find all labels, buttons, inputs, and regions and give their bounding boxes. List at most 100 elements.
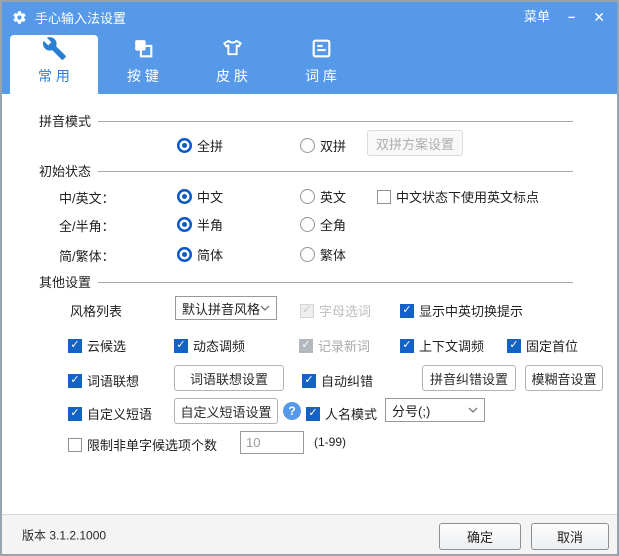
limit-count-input[interactable] (240, 431, 304, 454)
radio-label: 全角 (320, 215, 346, 234)
help-icon[interactable]: ? (283, 402, 301, 420)
dictionary-icon (309, 36, 334, 61)
full-half-row-label: 全/半角： (59, 216, 115, 235)
radio-chinese[interactable]: 中文 (177, 187, 223, 206)
tab-label: 按 键 (127, 66, 159, 86)
radio-checked-icon (177, 247, 192, 262)
radio-simplified[interactable]: 简体 (177, 245, 223, 264)
checkbox-checked-icon (68, 374, 82, 388)
radio-half-width[interactable]: 半角 (177, 215, 223, 234)
radio-checked-icon (177, 189, 192, 204)
tshirt-icon (220, 36, 245, 61)
checkbox-label: 限制非单字候选项个数 (87, 435, 217, 454)
radio-label: 繁体 (320, 245, 346, 264)
radio-unchecked-icon (300, 247, 315, 262)
minimize-button[interactable]: – (568, 2, 575, 32)
tab-strip: 常 用 按 键 皮 肤 词 库 (2, 32, 617, 94)
checkbox-dynamic-freq[interactable]: 动态调频 (174, 336, 245, 355)
checkbox-english-punct[interactable]: 中文状态下使用英文标点 (377, 187, 539, 206)
shuangpin-scheme-settings-button[interactable]: 双拼方案设置 (367, 130, 463, 156)
checkbox-disabled-checked-icon (300, 304, 314, 318)
tab-common[interactable]: 常 用 (10, 35, 98, 94)
checkbox-fixed-first[interactable]: 固定首位 (507, 336, 578, 355)
checkbox-label: 固定首位 (526, 336, 578, 355)
checkbox-label: 显示中英切换提示 (419, 301, 523, 320)
radio-label: 英文 (320, 187, 346, 206)
section-other-settings: 其他设置 (39, 272, 573, 291)
checkbox-label: 云候选 (87, 336, 126, 355)
checkbox-custom-phrase[interactable]: 自定义短语 (68, 404, 152, 423)
checkbox-letter-word: 字母选词 (300, 301, 371, 320)
checkbox-label: 自定义短语 (87, 404, 152, 423)
tab-dictionary[interactable]: 词 库 (277, 35, 365, 94)
radio-unchecked-icon (300, 217, 315, 232)
radio-english[interactable]: 英文 (300, 187, 346, 206)
radio-label: 半角 (197, 215, 223, 234)
style-list-label: 风格列表 (70, 301, 122, 320)
checkbox-limit-candidates[interactable]: 限制非单字候选项个数 (68, 435, 217, 454)
tab-skin[interactable]: 皮 肤 (188, 35, 276, 94)
settings-window: 手心输入法设置 菜单 – ✕ 常 用 按 键 皮 肤 (0, 0, 619, 556)
checkbox-label: 词语联想 (87, 371, 139, 390)
checkbox-checked-icon (68, 407, 82, 421)
fuzzy-sound-settings-button[interactable]: 模糊音设置 (525, 365, 603, 391)
checkbox-name-mode[interactable]: 人名模式 (306, 404, 377, 423)
checkbox-unchecked-icon (377, 190, 391, 204)
section-divider (98, 282, 573, 283)
checkbox-word-association[interactable]: 词语联想 (68, 371, 139, 390)
checkbox-checked-icon (68, 339, 82, 353)
pinyin-correct-settings-button[interactable]: 拼音纠错设置 (422, 365, 516, 391)
radio-label: 中文 (197, 187, 223, 206)
radio-full-pinyin[interactable]: 全拼 (177, 136, 223, 155)
keycaps-icon (131, 36, 156, 61)
close-button[interactable]: ✕ (593, 2, 605, 32)
checkbox-switch-tip[interactable]: 显示中英切换提示 (400, 301, 523, 320)
checkbox-label: 中文状态下使用英文标点 (396, 187, 539, 206)
cancel-button[interactable]: 取消 (531, 523, 609, 550)
checkbox-label: 上下文调频 (419, 336, 484, 355)
name-mode-select-value: 分号(;) (392, 401, 430, 420)
radio-double-pinyin[interactable]: 双拼 (300, 136, 346, 155)
style-select[interactable]: 默认拼音风格 (175, 296, 277, 320)
radio-label: 简体 (197, 245, 223, 264)
word-association-settings-button[interactable]: 词语联想设置 (174, 365, 284, 391)
checkbox-checked-icon (302, 374, 316, 388)
section-title: 拼音模式 (39, 111, 91, 130)
title-bar: 手心输入法设置 菜单 – ✕ (2, 2, 617, 32)
tab-label: 词 库 (305, 66, 337, 86)
tab-keys[interactable]: 按 键 (99, 35, 187, 94)
radio-traditional[interactable]: 繁体 (300, 245, 346, 264)
checkbox-auto-correct[interactable]: 自动纠错 (302, 371, 373, 390)
checkbox-record-new-words: 记录新词 (299, 336, 370, 355)
custom-phrase-settings-button[interactable]: 自定义短语设置 (174, 398, 278, 424)
section-title: 初始状态 (39, 161, 91, 180)
radio-label: 双拼 (320, 136, 346, 155)
gear-icon (12, 10, 27, 25)
ok-button[interactable]: 确定 (439, 523, 521, 550)
style-select-value: 默认拼音风格 (182, 299, 260, 318)
chevron-down-icon (468, 407, 478, 413)
checkbox-label: 动态调频 (193, 336, 245, 355)
checkbox-cloud-candidate[interactable]: 云候选 (68, 336, 126, 355)
name-mode-select[interactable]: 分号(;) (385, 398, 485, 422)
section-pinyin-mode: 拼音模式 (39, 111, 573, 130)
checkbox-checked-icon (507, 339, 521, 353)
radio-checked-icon (177, 217, 192, 232)
simp-trad-row-label: 简/繁体： (59, 246, 115, 265)
chevron-down-icon (260, 305, 270, 311)
radio-full-width[interactable]: 全角 (300, 215, 346, 234)
radio-unchecked-icon (300, 138, 315, 153)
tab-label: 皮 肤 (216, 66, 248, 86)
section-divider (98, 121, 573, 122)
wrench-icon (42, 36, 67, 61)
radio-unchecked-icon (300, 189, 315, 204)
checkbox-disabled-checked-icon (299, 339, 313, 353)
menu-button[interactable]: 菜单 (524, 2, 550, 32)
section-initial-state: 初始状态 (39, 161, 573, 180)
checkbox-context-freq[interactable]: 上下文调频 (400, 336, 484, 355)
checkbox-checked-icon (400, 304, 414, 318)
section-title: 其他设置 (39, 272, 91, 291)
window-title: 手心输入法设置 (35, 8, 126, 27)
cn-en-row-label: 中/英文： (59, 188, 115, 207)
tab-label: 常 用 (38, 66, 70, 86)
